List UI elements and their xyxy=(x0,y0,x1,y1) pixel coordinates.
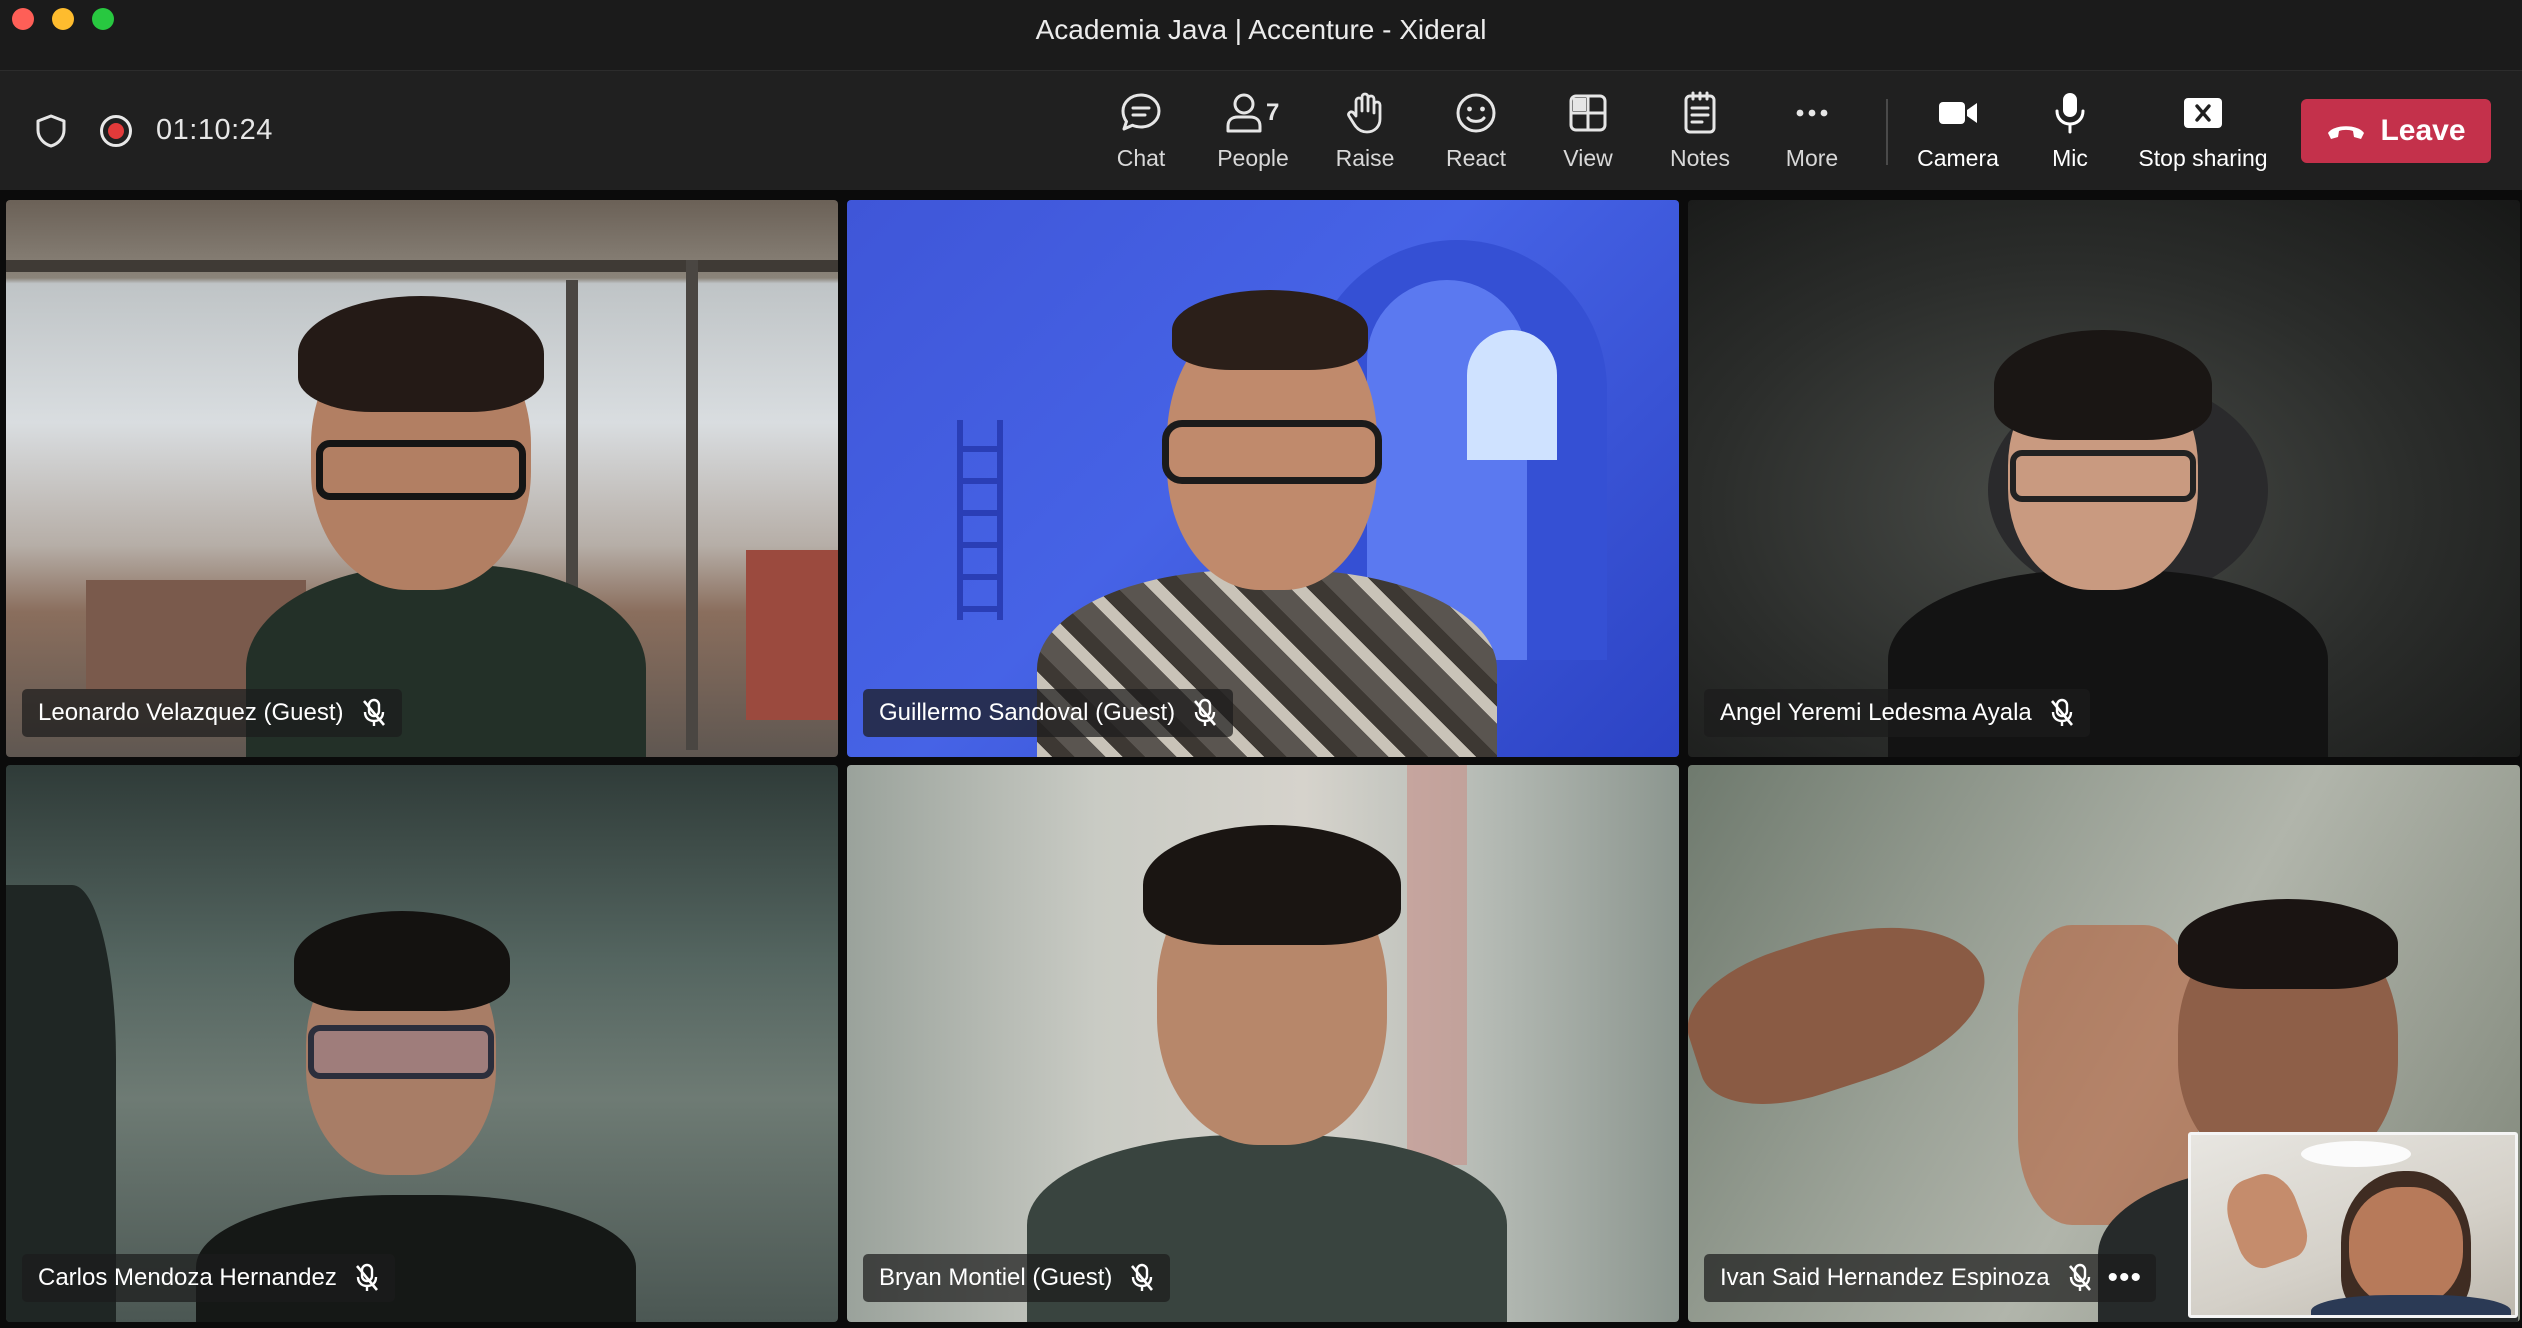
more-dots-icon xyxy=(1796,109,1828,117)
participant-name: Angel Yeremi Ledesma Ayala xyxy=(1720,699,2032,726)
participant-figure xyxy=(1007,825,1527,1322)
recording-icon xyxy=(100,115,132,147)
view-layout-icon xyxy=(1569,94,1607,132)
participant-name-tag: Bryan Montiel (Guest) xyxy=(863,1254,1171,1302)
leave-label: Leave xyxy=(2380,114,2466,147)
self-face xyxy=(2349,1187,2463,1307)
video-tile[interactable]: Leonardo Velazquez (Guest) xyxy=(6,200,838,757)
chat-icon xyxy=(1121,93,1161,131)
meeting-toolbar: 01:10:24 Chat 7 People Raise React View … xyxy=(0,70,2522,190)
react-label: React xyxy=(1445,145,1507,171)
participant-figure xyxy=(1027,270,1507,757)
mic-muted-icon xyxy=(2050,698,2073,726)
camera-label: Camera xyxy=(1917,145,1999,171)
participant-name-tag: Carlos Mendoza Hernandez xyxy=(22,1254,395,1302)
participant-name-tag: Guillermo Sandoval (Guest) xyxy=(863,689,1234,737)
raise-hand-icon xyxy=(1347,92,1382,134)
react-button[interactable]: React xyxy=(1421,89,1531,181)
mic-icon xyxy=(2055,93,2085,134)
leave-button[interactable]: Leave xyxy=(2301,99,2491,163)
video-tile[interactable]: Carlos Mendoza Hernandez xyxy=(6,765,838,1322)
self-hand xyxy=(2217,1165,2315,1275)
window-title: Academia Java | Accenture - Xideral xyxy=(1035,14,1487,45)
people-icon xyxy=(1226,93,1262,133)
mic-button[interactable]: Mic xyxy=(2015,89,2125,181)
toolbar-divider xyxy=(1886,99,1888,165)
self-shirt xyxy=(2311,1295,2511,1315)
people-button[interactable]: 7 People xyxy=(1198,89,1308,181)
more-button[interactable]: More xyxy=(1757,89,1867,181)
notes-button[interactable]: Notes xyxy=(1645,89,1755,181)
people-label: People xyxy=(1217,145,1289,171)
stop-sharing-label: Stop sharing xyxy=(2138,145,2268,171)
meeting-timer: 01:10:24 xyxy=(156,114,273,146)
notes-icon xyxy=(1684,91,1716,134)
participant-name-tag: Leonardo Velazquez (Guest) xyxy=(22,689,402,737)
ceiling-lamp xyxy=(2301,1141,2411,1167)
phone-hangup-icon xyxy=(2328,126,2365,139)
building xyxy=(746,550,838,720)
participant-name: Ivan Said Hernandez Espinoza xyxy=(1720,1264,2050,1291)
ladder xyxy=(957,420,1003,620)
chat-label: Chat xyxy=(1116,145,1166,171)
notes-label: Notes xyxy=(1669,145,1731,171)
view-button[interactable]: View xyxy=(1533,89,1643,181)
view-label: View xyxy=(1563,145,1613,171)
mic-muted-icon xyxy=(1131,1263,1154,1291)
camera-button[interactable]: Camera xyxy=(1903,89,2013,181)
ceiling-beam xyxy=(6,260,838,272)
chat-button[interactable]: Chat xyxy=(1086,89,1196,181)
window-titlebar: Academia Java | Accenture - Xideral xyxy=(0,0,2522,70)
video-tile[interactable]: Bryan Montiel (Guest) xyxy=(847,765,1679,1322)
stop-sharing-button[interactable]: Stop sharing xyxy=(2133,89,2273,181)
camera-icon xyxy=(1939,102,1977,124)
participant-name: Leonardo Velazquez (Guest) xyxy=(38,699,344,726)
window-frame xyxy=(686,260,698,750)
video-tile[interactable]: Ivan Said Hernandez Espinoza ••• xyxy=(1688,765,2520,1322)
participant-name: Bryan Montiel (Guest) xyxy=(879,1264,1113,1291)
video-tile[interactable]: Angel Yeremi Ledesma Ayala xyxy=(1688,200,2520,757)
mic-muted-icon xyxy=(1194,698,1217,726)
react-smiley-icon xyxy=(1456,93,1496,133)
participant-name-tag: Ivan Said Hernandez Espinoza ••• xyxy=(1704,1254,2157,1302)
shield-icon[interactable] xyxy=(34,113,68,149)
video-tile[interactable]: Guillermo Sandoval (Guest) xyxy=(847,200,1679,757)
participant-name: Carlos Mendoza Hernandez xyxy=(38,1264,337,1291)
participant-name-tag: Angel Yeremi Ledesma Ayala xyxy=(1704,689,2090,737)
participant-figure xyxy=(206,290,686,757)
participant-name: Guillermo Sandoval (Guest) xyxy=(879,699,1176,726)
mic-muted-icon xyxy=(355,1263,378,1291)
raise-hand-button[interactable]: Raise xyxy=(1310,89,1420,181)
self-view-video[interactable] xyxy=(2188,1132,2518,1318)
raise-label: Raise xyxy=(1335,145,1395,171)
mic-muted-icon xyxy=(362,698,385,726)
mic-label: Mic xyxy=(2052,145,2088,171)
more-label: More xyxy=(1785,145,1839,171)
participant-more-options-icon[interactable]: ••• xyxy=(2108,1263,2143,1293)
people-count: 7 xyxy=(1266,99,1280,126)
mic-muted-icon xyxy=(2068,1263,2091,1291)
stop-sharing-icon xyxy=(2184,98,2222,128)
